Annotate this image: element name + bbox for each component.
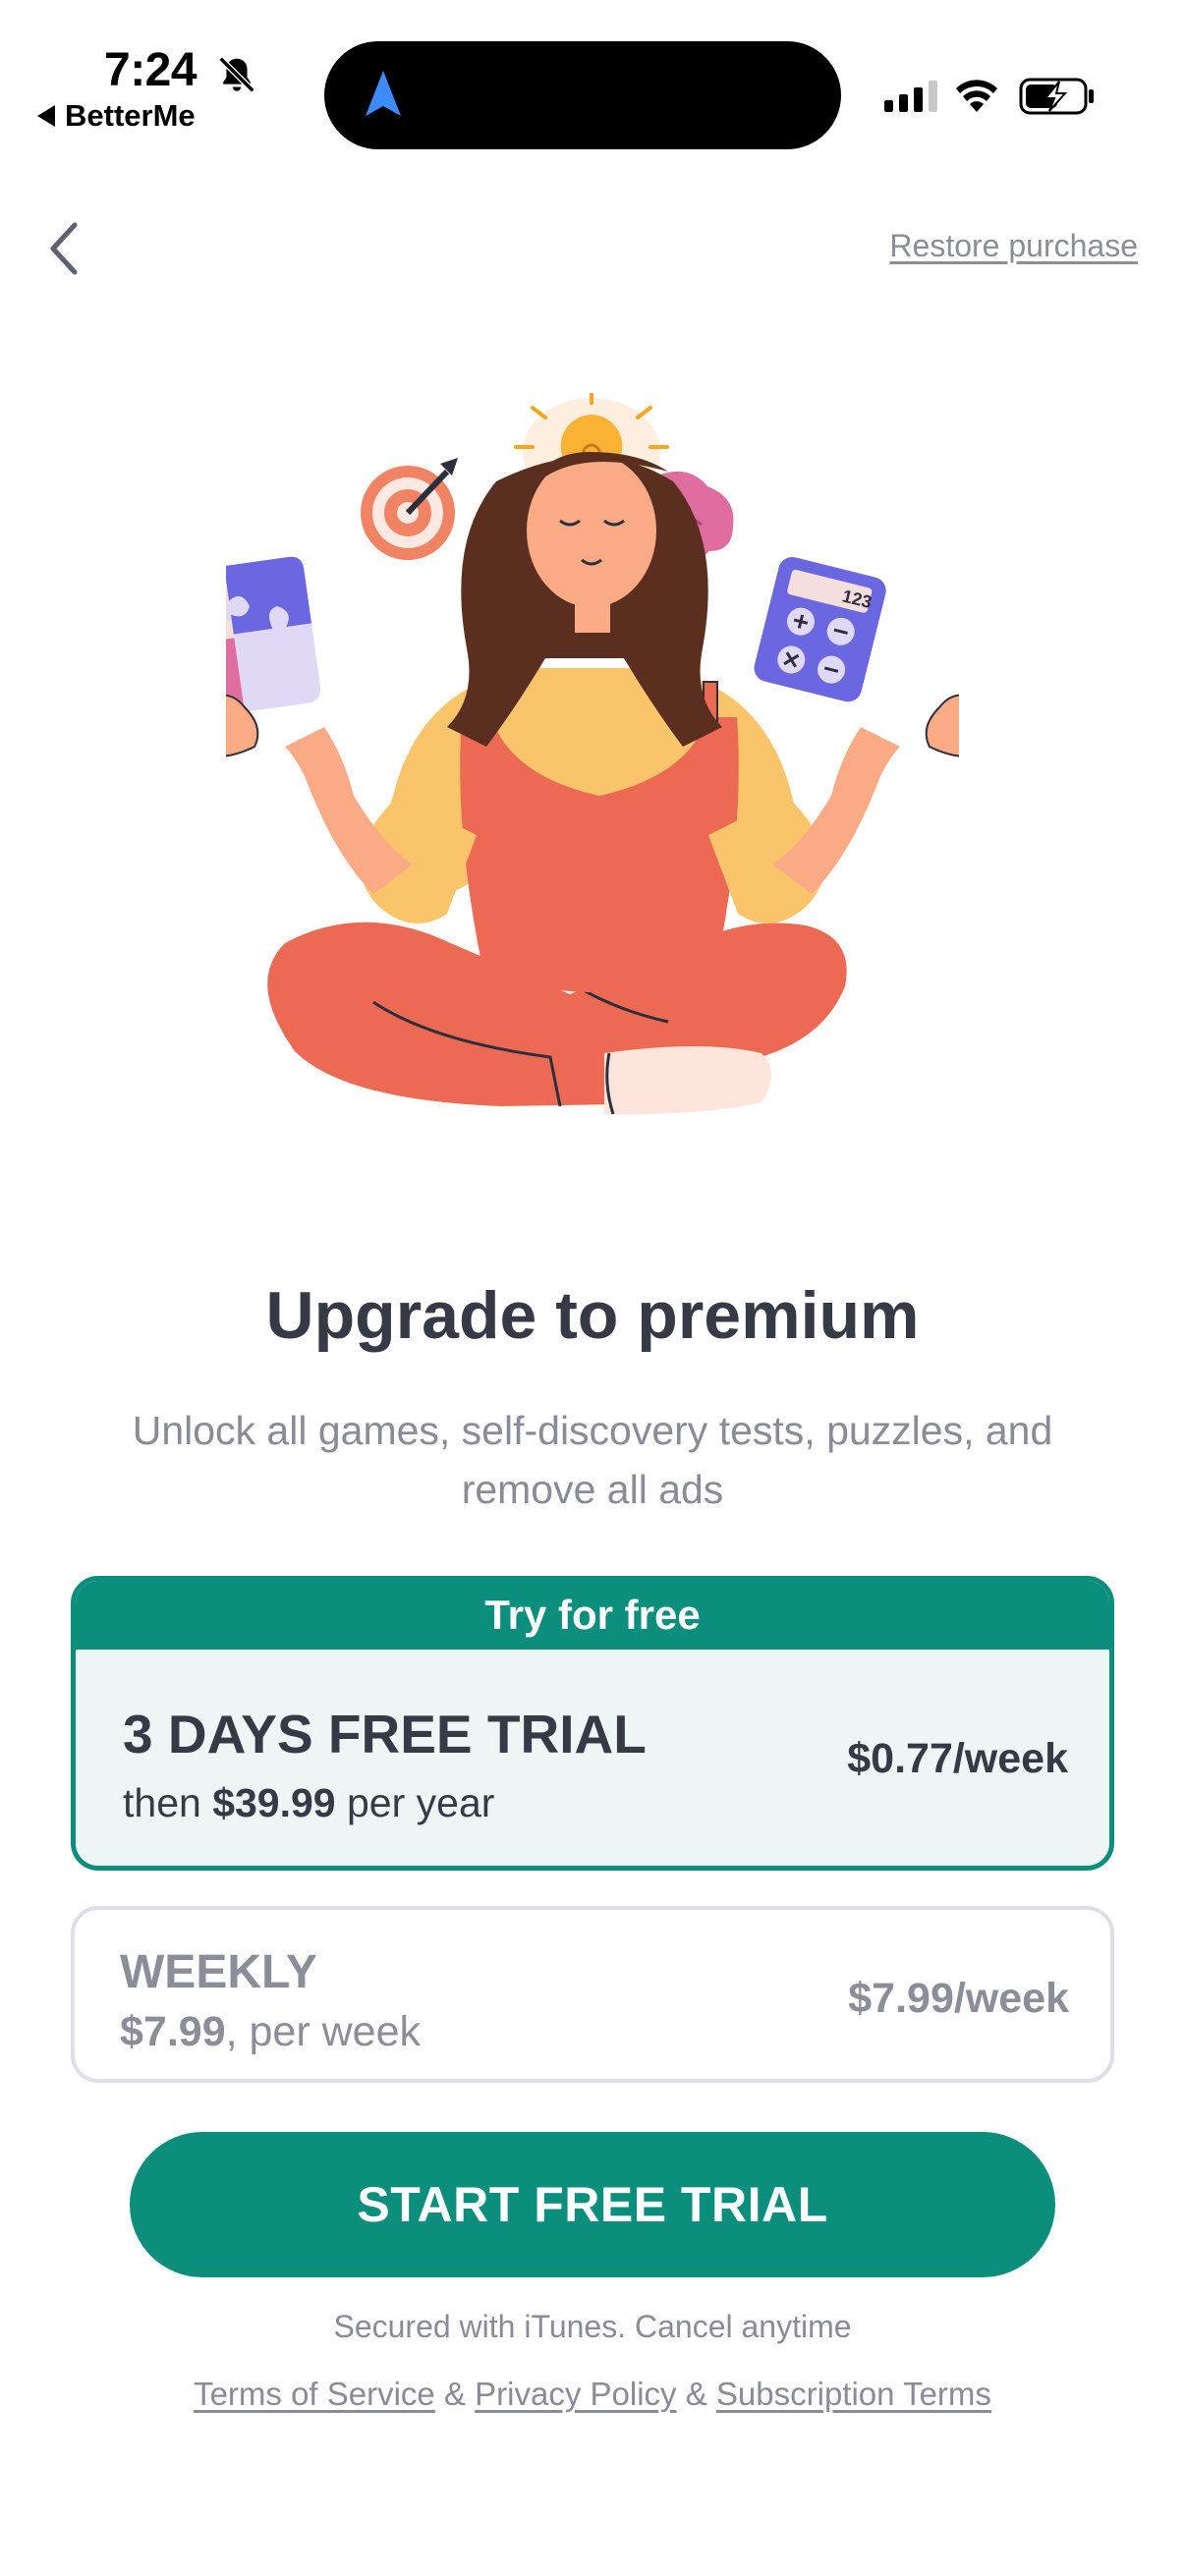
plan-banner: Try for free xyxy=(76,1581,1109,1650)
terms-of-service-link[interactable]: Terms of Service xyxy=(194,2376,435,2412)
plan-description: $7.99, per week xyxy=(120,2008,421,2055)
separator: & xyxy=(676,2376,716,2412)
meditating-woman-illustration: 123 xyxy=(226,393,959,1115)
back-app-label: BetterMe xyxy=(65,98,196,133)
back-triangle-icon xyxy=(37,105,55,127)
secured-note: Secured with iTunes. Cancel anytime xyxy=(333,2309,852,2344)
back-button[interactable] xyxy=(33,214,92,283)
separator: & xyxy=(434,2376,476,2412)
subscription-terms-link[interactable]: Subscription Terms xyxy=(716,2376,991,2412)
page-subtitle: Unlock all games, self-discovery tests, … xyxy=(132,1408,1053,1512)
restore-purchase-link[interactable]: Restore purchase xyxy=(889,228,1138,264)
plan-name: WEEKLY xyxy=(120,1946,317,1998)
page-title: Upgrade to premium xyxy=(265,1278,920,1353)
plan-option-free-trial[interactable]: Try for free 3 DAYS FREE TRIAL then $39.… xyxy=(71,1576,1114,1871)
start-free-trial-button[interactable]: START FREE TRIAL xyxy=(130,2132,1055,2277)
battery-charging-icon xyxy=(1019,78,1094,115)
plan-description: then $39.99 per year xyxy=(123,1780,495,1825)
plan-option-weekly[interactable]: WEEKLY $7.99, per week $7.99/week xyxy=(71,1906,1114,2083)
bell-off-icon xyxy=(218,56,255,93)
legal-links: Terms of Service & Privacy Policy & Subs… xyxy=(0,2376,1185,2413)
signal-icon xyxy=(884,81,937,112)
navigation-arrow-icon xyxy=(366,71,401,116)
wifi-icon xyxy=(956,80,997,112)
back-to-app-link[interactable]: BetterMe xyxy=(37,98,196,134)
chevron-left-icon xyxy=(50,222,78,275)
dynamic-island xyxy=(324,41,841,149)
status-time: 7:24 xyxy=(104,44,198,96)
privacy-policy-link[interactable]: Privacy Policy xyxy=(475,2376,676,2412)
plan-price: $0.77/week xyxy=(847,1735,1068,1782)
plan-price: $7.99/week xyxy=(848,1975,1069,2022)
plan-name: 3 DAYS FREE TRIAL xyxy=(123,1704,647,1764)
